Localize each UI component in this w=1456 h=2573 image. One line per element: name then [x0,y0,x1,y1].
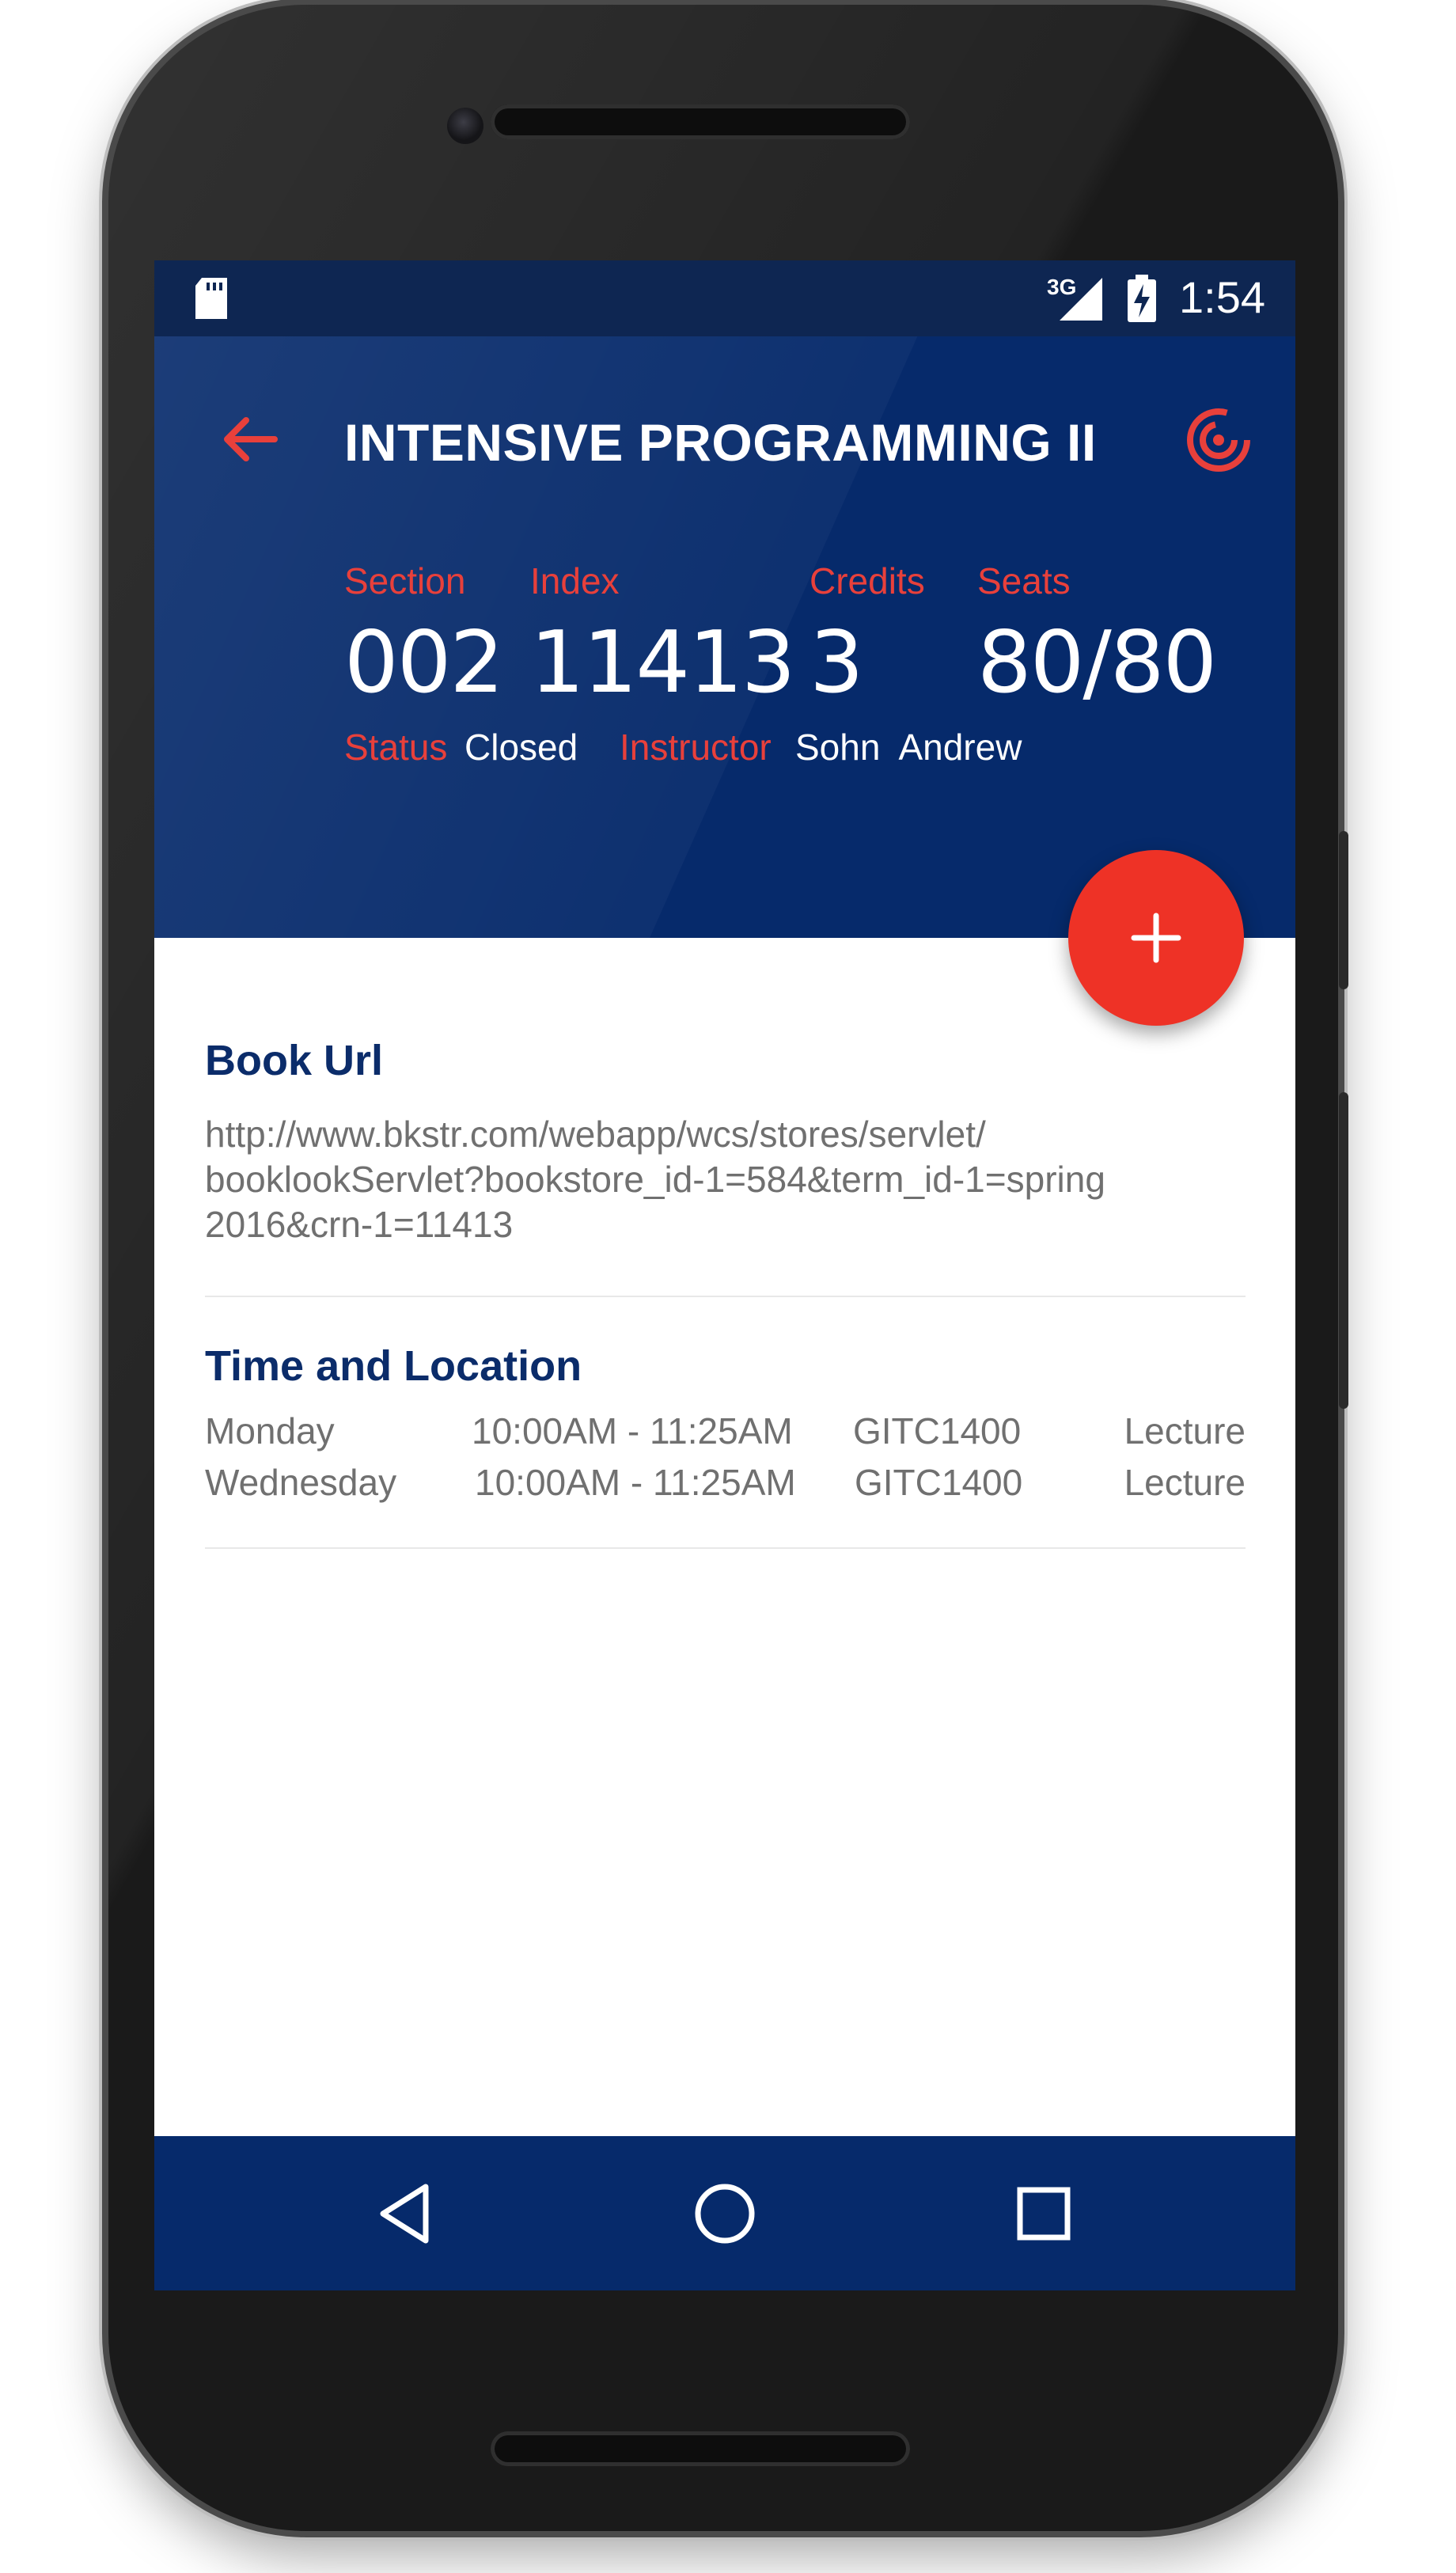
instructor-value: Sohn Andrew [795,727,1022,768]
status-label: Status [344,727,448,768]
schedule-row: Wednesday 10:00AM - 11:25AM GITC1400 Lec… [205,1461,1246,1509]
status-time: 1:54 [1179,272,1265,322]
screen: 3G 1:54 INTENSIVE PROGRAMMING II Section… [154,260,1295,2290]
top-speaker [491,104,910,139]
schedule-time: 10:00AM - 11:25AM [475,1462,796,1503]
track-button[interactable] [1167,389,1270,491]
section-label: Section [344,560,466,602]
arrow-left-icon [224,417,278,461]
recents-square-icon [1017,2187,1071,2241]
schedule-time: 10:00AM - 11:25AM [472,1410,793,1452]
divider [205,1547,1246,1549]
schedule-room: GITC1400 [855,1462,1023,1503]
divider [205,1296,1246,1297]
nav-home-button[interactable] [677,2166,772,2261]
volume-button [1339,1092,1348,1409]
page-title: INTENSIVE PROGRAMMING II [344,413,1097,472]
schedule-type: Lecture [1124,1462,1246,1503]
radar-track-icon [1187,408,1250,472]
status-value: Closed [464,727,578,768]
schedule-type: Lecture [1124,1410,1246,1452]
schedule-room: GITC1400 [853,1410,1022,1452]
book-url-line: booklookServlet?bookstore_id-1=584&term_… [205,1159,1105,1200]
nav-back-button[interactable] [357,2166,452,2261]
system-nav-bar [154,2136,1295,2290]
book-url-line: 2016&crn-1=11413 [205,1204,514,1245]
sd-card-icon [192,278,230,323]
book-url-line: http://www.bkstr.com/webapp/wcs/stores/s… [205,1114,986,1155]
book-url-title: Book Url [205,1037,384,1084]
home-circle-icon [695,2184,755,2244]
battery-charging-icon [1126,275,1158,326]
back-triangle-icon [380,2184,429,2244]
add-course-fab[interactable] [1068,850,1244,1026]
time-location-title: Time and Location [205,1342,582,1390]
plus-icon [1131,913,1181,963]
signal-icon [1056,276,1104,324]
credits-label: Credits [810,560,925,602]
nav-recents-button[interactable] [996,2166,1091,2261]
bottom-speaker [491,2431,910,2466]
index-value: 11413 [530,613,796,712]
instructor-label: Instructor [620,727,772,768]
schedule-day: Wednesday [205,1462,397,1503]
back-button[interactable] [202,392,297,487]
power-button [1339,831,1348,989]
course-header: INTENSIVE PROGRAMMING II Section Index C… [154,336,1295,938]
index-label: Index [530,560,620,602]
status-bar: 3G 1:54 [154,260,1295,336]
seats-value: 80/80 [977,613,1217,712]
schedule-row: Monday 10:00AM - 11:25AM GITC1400 Lectur… [205,1410,1246,1457]
credits-value: 3 [810,613,864,712]
schedule-day: Monday [205,1410,335,1452]
front-camera [447,108,483,144]
seats-label: Seats [977,560,1071,602]
section-value: 002 [344,613,504,712]
book-url-link[interactable]: http://www.bkstr.com/webapp/wcs/stores/s… [205,1112,1105,1247]
